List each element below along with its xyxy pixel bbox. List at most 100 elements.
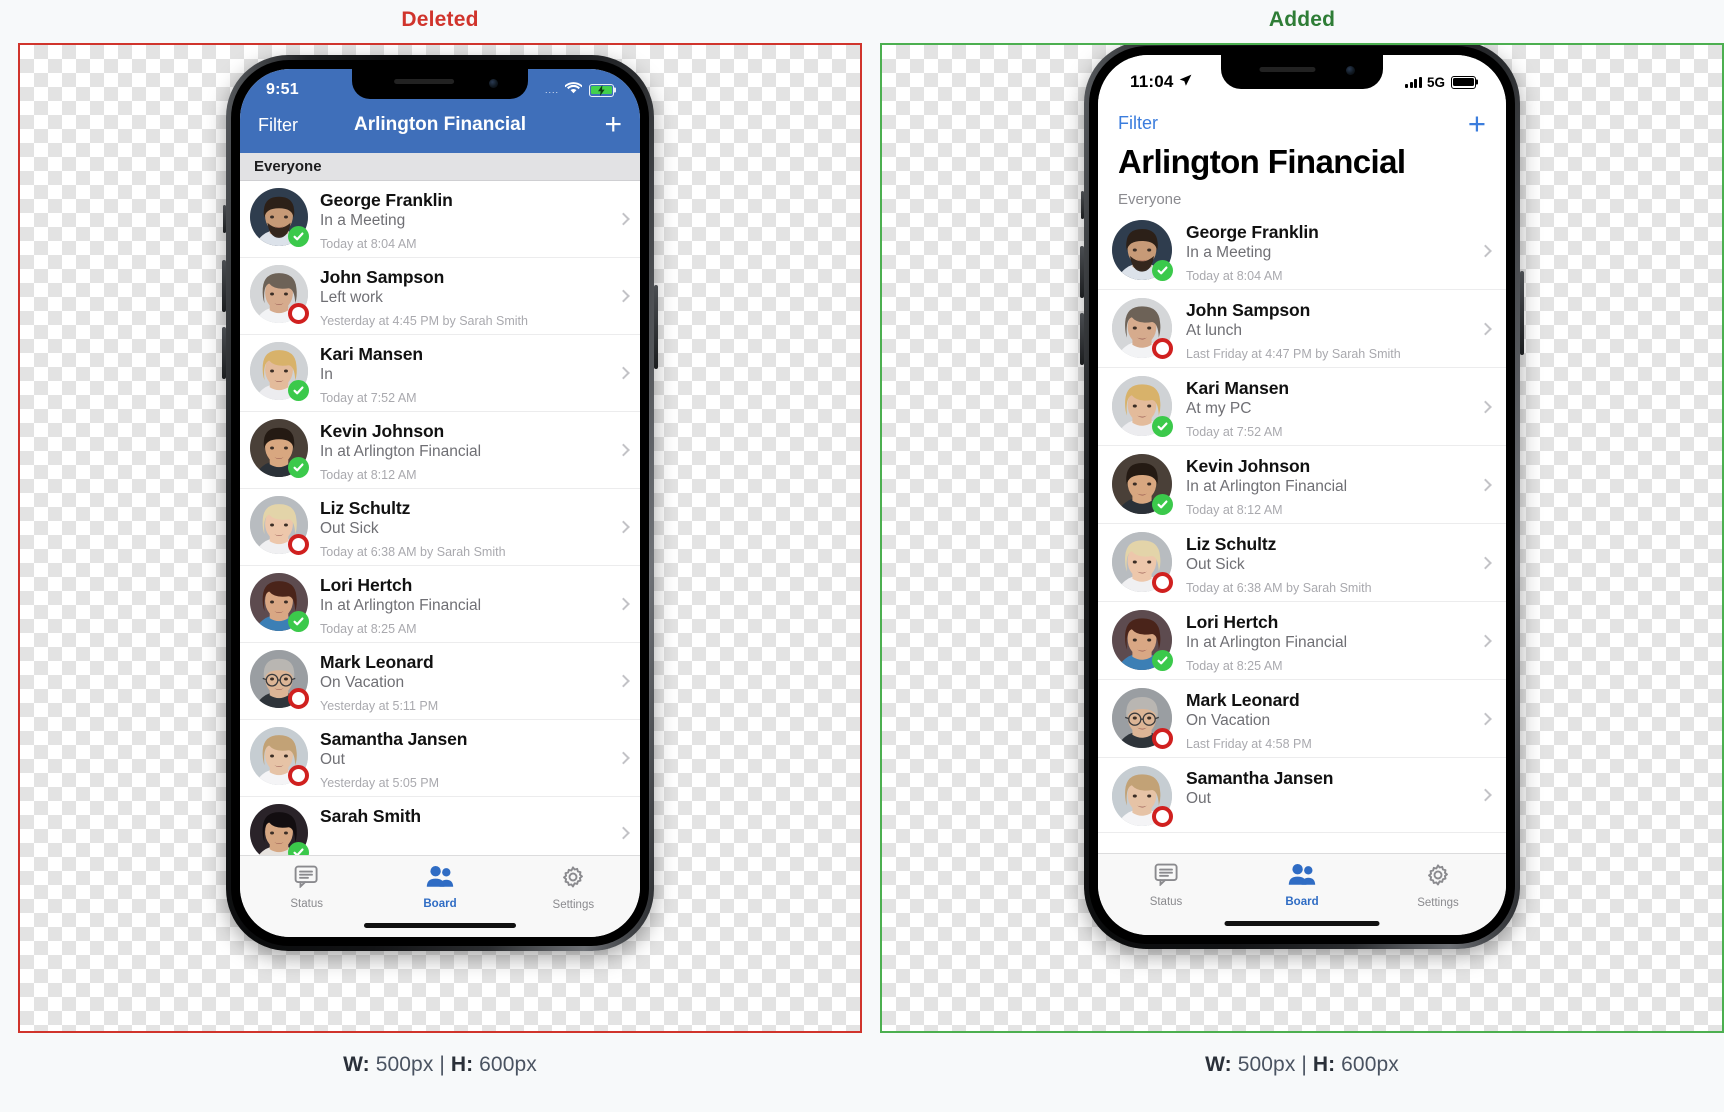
contact-timestamp: Today at 8:12 AM bbox=[320, 468, 417, 482]
filter-button[interactable]: Filter bbox=[258, 115, 298, 136]
contact-row-body: Mark Leonard On Vacation Yesterday at 5:… bbox=[308, 650, 630, 713]
tab-settings[interactable]: Settings bbox=[507, 865, 640, 911]
contact-timestamp: Today at 6:38 AM by Sarah Smith bbox=[1186, 581, 1372, 595]
presence-available-icon bbox=[1152, 494, 1173, 515]
contact-row[interactable]: Sarah Smith bbox=[240, 797, 640, 855]
added-panel: Added 11:04 5G Filter + Arlington Financ… bbox=[880, 0, 1724, 1112]
people-icon bbox=[1288, 863, 1316, 891]
power-button[interactable] bbox=[654, 285, 658, 369]
contact-row[interactable]: Samantha Jansen Out Yesterday at 5:05 PM bbox=[240, 720, 640, 797]
contact-row-body: Samantha Jansen Out Yesterday at 5:05 PM bbox=[308, 727, 630, 790]
network-type-label: 5G bbox=[1426, 74, 1445, 90]
contact-timestamp: Today at 8:25 AM bbox=[320, 622, 417, 636]
contact-row[interactable]: Samantha Jansen Out bbox=[1098, 758, 1506, 833]
presence-available-icon bbox=[288, 457, 309, 478]
tab-status[interactable]: Status bbox=[240, 865, 373, 911]
battery-icon bbox=[1451, 75, 1478, 89]
width-value: 500px bbox=[375, 1053, 434, 1076]
contact-name: Kevin Johnson bbox=[320, 421, 445, 441]
added-image-stage: 11:04 5G Filter + Arlington Financial Ev… bbox=[880, 43, 1724, 1033]
presence-away-icon bbox=[1152, 728, 1173, 749]
contact-timestamp: Today at 6:38 AM by Sarah Smith bbox=[320, 545, 506, 559]
width-value: 500px bbox=[1237, 1053, 1296, 1076]
status-bar-clock-group: 11:04 bbox=[1130, 72, 1192, 92]
contact-row[interactable]: Kari Mansen In Today at 7:52 AM bbox=[240, 335, 640, 412]
front-camera bbox=[1346, 66, 1356, 76]
contact-row[interactable]: Lori Hertch In at Arlington Financial To… bbox=[240, 566, 640, 643]
volume-down-button[interactable] bbox=[222, 327, 226, 379]
avatar-wrapper bbox=[1112, 298, 1173, 359]
contact-list[interactable]: George Franklin In a Meeting Today at 8:… bbox=[1098, 212, 1506, 853]
contact-timestamp: Last Friday at 4:47 PM by Sarah Smith bbox=[1186, 347, 1401, 361]
contact-row-body: Mark Leonard On Vacation Last Friday at … bbox=[1172, 688, 1492, 751]
mute-switch[interactable] bbox=[223, 205, 226, 233]
wifi-icon bbox=[564, 81, 583, 99]
contact-name: Kari Mansen bbox=[320, 344, 423, 364]
image-diff-comparison: Deleted 9:51 .... Filter Arlington Finan… bbox=[0, 0, 1724, 1112]
presence-available-icon bbox=[1152, 260, 1173, 281]
contact-timestamp: Today at 8:12 AM bbox=[1186, 503, 1283, 517]
contact-name: Liz Schultz bbox=[320, 498, 411, 518]
height-value: 600px bbox=[1341, 1053, 1399, 1076]
presence-available-icon bbox=[288, 380, 309, 401]
contact-name: Mark Leonard bbox=[1186, 690, 1300, 710]
section-header-everyone: Everyone bbox=[240, 153, 640, 181]
contact-row[interactable]: George Franklin In a Meeting Today at 8:… bbox=[1098, 212, 1506, 290]
mute-switch[interactable] bbox=[1081, 191, 1084, 219]
contact-timestamp: Today at 8:25 AM bbox=[1186, 659, 1283, 673]
phone-screen: 9:51 .... Filter Arlington Financial + E… bbox=[240, 69, 640, 937]
contact-row[interactable]: Mark Leonard On Vacation Yesterday at 5:… bbox=[240, 643, 640, 720]
tab-settings[interactable]: Settings bbox=[1370, 863, 1506, 909]
earpiece-speaker bbox=[394, 79, 455, 85]
filter-button[interactable]: Filter bbox=[1118, 113, 1158, 134]
contact-row[interactable]: Kevin Johnson In at Arlington Financial … bbox=[240, 412, 640, 489]
presence-away-icon bbox=[1152, 806, 1173, 827]
home-indicator[interactable] bbox=[1224, 921, 1380, 926]
add-button[interactable]: + bbox=[604, 110, 622, 140]
old-screenshot-phone: 9:51 .... Filter Arlington Financial + E… bbox=[222, 55, 658, 951]
contact-row[interactable]: John Sampson At lunch Last Friday at 4:4… bbox=[1098, 290, 1506, 368]
avatar-wrapper bbox=[250, 573, 309, 632]
contact-row[interactable]: Liz Schultz Out Sick Today at 6:38 AM by… bbox=[240, 489, 640, 566]
phone-screen: 11:04 5G Filter + Arlington Financial Ev… bbox=[1098, 55, 1506, 935]
gear-icon bbox=[561, 865, 585, 894]
status-bar-clock: 9:51 bbox=[266, 81, 299, 98]
contact-status: At my PC bbox=[1186, 400, 1252, 417]
deleted-panel-title: Deleted bbox=[401, 8, 479, 31]
avatar-wrapper bbox=[1112, 376, 1173, 437]
contact-row[interactable]: Lori Hertch In at Arlington Financial To… bbox=[1098, 602, 1506, 680]
chevron-right-icon[interactable] bbox=[617, 826, 630, 839]
page-title: Arlington Financial bbox=[1118, 143, 1406, 180]
contact-row[interactable]: Liz Schultz Out Sick Today at 6:38 AM by… bbox=[1098, 524, 1506, 602]
avatar-wrapper bbox=[250, 496, 309, 555]
contact-row[interactable]: George Franklin In a Meeting Today at 8:… bbox=[240, 181, 640, 258]
power-button[interactable] bbox=[1520, 271, 1524, 355]
tab-label: Board bbox=[423, 898, 457, 910]
contact-list[interactable]: George Franklin In a Meeting Today at 8:… bbox=[240, 181, 640, 855]
tab-board[interactable]: Board bbox=[373, 865, 506, 911]
contact-row[interactable]: Mark Leonard On Vacation Last Friday at … bbox=[1098, 680, 1506, 758]
tab-board[interactable]: Board bbox=[1234, 863, 1370, 909]
phone-bezel: 9:51 .... Filter Arlington Financial + E… bbox=[231, 60, 649, 946]
contact-status: At lunch bbox=[1186, 322, 1243, 339]
avatar-wrapper bbox=[250, 419, 309, 478]
volume-up-button[interactable] bbox=[222, 260, 226, 312]
contact-row[interactable]: John Sampson Left work Yesterday at 4:45… bbox=[240, 258, 640, 335]
contact-row[interactable]: Kari Mansen At my PC Today at 7:52 AM bbox=[1098, 368, 1506, 446]
contact-timestamp: Today at 8:04 AM bbox=[320, 237, 417, 251]
volume-down-button[interactable] bbox=[1080, 313, 1084, 365]
contact-row[interactable]: Kevin Johnson In at Arlington Financial … bbox=[1098, 446, 1506, 524]
contact-timestamp: Yesterday at 4:45 PM by Sarah Smith bbox=[320, 314, 528, 328]
add-button[interactable]: + bbox=[1468, 108, 1486, 139]
chat-bubble-icon bbox=[294, 865, 319, 893]
avatar-wrapper bbox=[250, 188, 309, 247]
tab-label: Board bbox=[1285, 896, 1319, 908]
gear-icon bbox=[1426, 863, 1450, 892]
home-indicator[interactable] bbox=[364, 923, 516, 928]
navbar-title: Arlington Financial bbox=[353, 114, 527, 135]
presence-available-icon bbox=[1152, 416, 1173, 437]
contact-row-body: Kari Mansen In Today at 7:52 AM bbox=[308, 342, 630, 405]
status-bar-indicators: .... bbox=[545, 81, 616, 99]
volume-up-button[interactable] bbox=[1080, 246, 1084, 298]
tab-status[interactable]: Status bbox=[1098, 863, 1234, 909]
